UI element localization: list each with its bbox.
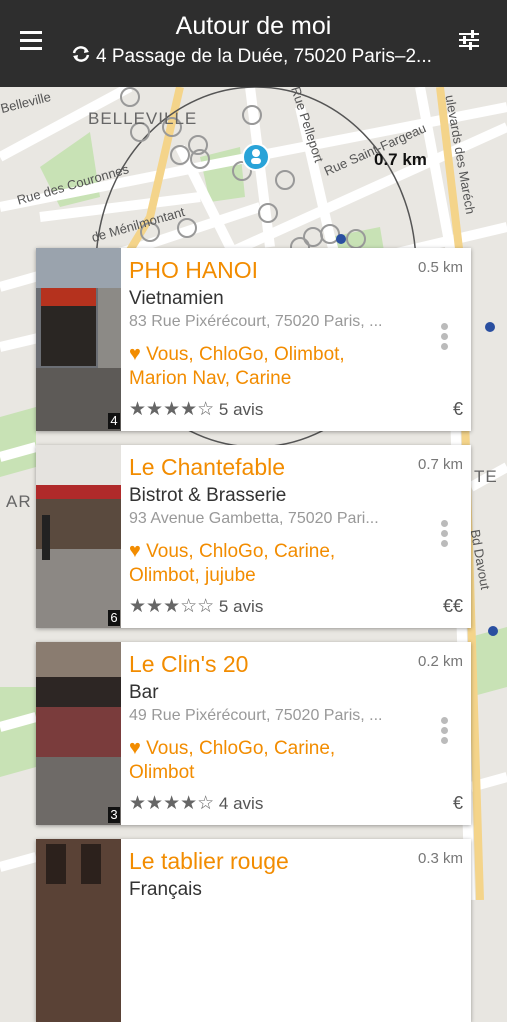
restaurant-distance: 0.7 km — [417, 456, 463, 473]
restaurant-photo[interactable] — [36, 839, 121, 1022]
liked-by-names: Vous, ChloGo, Carine, Olimbot, jujube — [129, 541, 336, 586]
restaurant-distance: 0.3 km — [417, 850, 463, 867]
review-count: 4 avis — [218, 794, 264, 813]
liked-by: ♥ Vous, ChloGo, Carine, Olimbot — [129, 736, 394, 785]
restaurant-photo[interactable]: 4 — [36, 248, 121, 431]
restaurant-name[interactable]: Le Chantefable — [129, 454, 285, 481]
photo-count: 3 — [108, 807, 120, 823]
liked-by: ♥ Vous, ChloGo, Carine, Olimbot, jujube — [129, 539, 394, 588]
refresh-icon[interactable] — [72, 46, 90, 68]
review-count: 5 avis — [218, 597, 264, 616]
restaurant-card[interactable]: 6 Le Chantefable 0.7 km Bistrot & Brasse… — [36, 445, 471, 628]
restaurant-name[interactable]: Le tablier rouge — [129, 848, 289, 875]
restaurant-card[interactable]: Le tablier rouge 0.3 km Français — [36, 839, 471, 1022]
heart-icon: ♥ — [129, 737, 141, 759]
restaurant-distance: 0.5 km — [417, 259, 463, 276]
page-title: Autour de moi — [175, 12, 332, 40]
liked-by-names: Vous, ChloGo, Olimbot, Marion Nav, Carin… — [129, 344, 345, 389]
rating: ★★★★☆ 4 avis — [129, 792, 263, 815]
restaurant-category: Bar — [129, 682, 159, 703]
map-district-label: BELLEVILLE — [88, 109, 198, 128]
restaurant-address: 83 Rue Pixérécourt, 75020 Paris, ... — [129, 313, 383, 330]
rating: ★★★★☆ 5 avis — [129, 398, 263, 421]
restaurant-address: 49 Rue Pixérécourt, 75020 Paris, ... — [129, 707, 383, 724]
photo-count: 4 — [108, 413, 120, 429]
photo-count: 6 — [108, 610, 120, 626]
restaurant-photo[interactable]: 3 — [36, 642, 121, 825]
filter-icon[interactable] — [457, 28, 487, 58]
liked-by: ♥ Vous, ChloGo, Olimbot, Marion Nav, Car… — [129, 342, 394, 391]
current-address[interactable]: 4 Passage de la Duée, 75020 Paris–2... — [72, 46, 442, 68]
price-level: € — [452, 793, 463, 813]
star-rating-icon: ★★★☆☆ — [129, 596, 215, 617]
restaurant-distance: 0.2 km — [417, 653, 463, 670]
heart-icon: ♥ — [129, 343, 141, 365]
star-rating-icon: ★★★★☆ — [129, 793, 215, 814]
address-text: 4 Passage de la Duée, 75020 Paris–2... — [96, 46, 432, 67]
restaurant-category: Vietnamien — [129, 288, 224, 309]
restaurant-name[interactable]: PHO HANOI — [129, 257, 258, 284]
radius-distance-label: 0.7 km — [374, 150, 427, 169]
more-options-icon[interactable] — [441, 520, 449, 550]
star-rating-icon: ★★★★☆ — [129, 399, 215, 420]
heart-icon: ♥ — [129, 540, 141, 562]
restaurant-card[interactable]: 4 PHO HANOI 0.5 km Vietnamien 83 Rue Pix… — [36, 248, 471, 431]
map-district-label: AR — [6, 492, 32, 511]
restaurant-name[interactable]: Le Clin's 20 — [129, 651, 248, 678]
more-options-icon[interactable] — [441, 717, 449, 747]
price-level: € — [452, 399, 463, 419]
more-options-icon[interactable] — [441, 323, 449, 353]
restaurant-address: 93 Avenue Gambetta, 75020 Pari... — [129, 510, 379, 527]
restaurant-category: Bistrot & Brasserie — [129, 485, 287, 506]
restaurant-category: Français — [129, 879, 202, 900]
restaurant-photo[interactable]: 6 — [36, 445, 121, 628]
review-count: 5 avis — [218, 400, 264, 419]
rating: ★★★☆☆ 5 avis — [129, 595, 263, 618]
restaurant-card[interactable]: 3 Le Clin's 20 0.2 km Bar 49 Rue Pixéréc… — [36, 642, 471, 825]
liked-by-names: Vous, ChloGo, Carine, Olimbot — [129, 738, 336, 783]
app-header: Autour de moi 4 Passage de la Duée, 7502… — [0, 0, 507, 87]
price-level: €€ — [442, 596, 463, 616]
map-district-label: TE — [474, 467, 498, 486]
